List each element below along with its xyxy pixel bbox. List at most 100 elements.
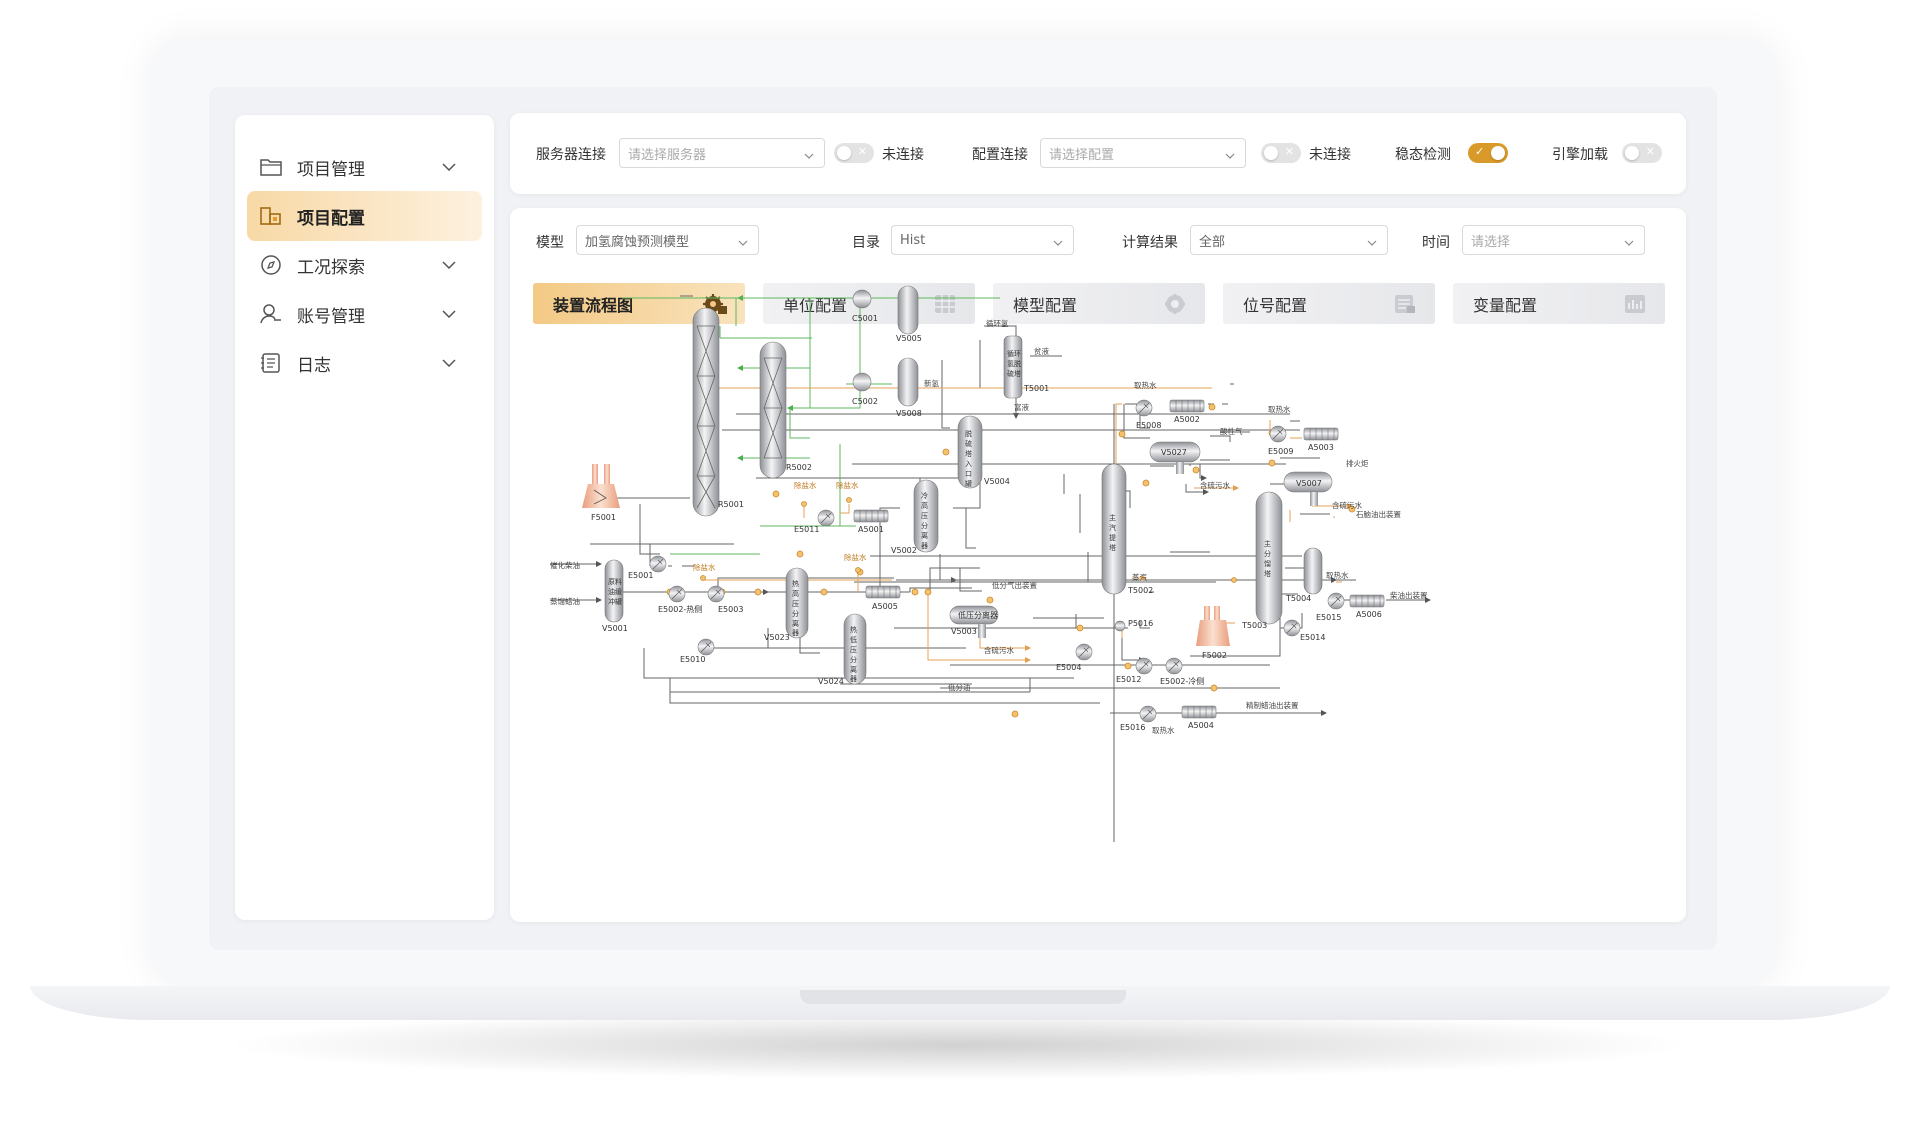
config-label: 配置连接	[972, 147, 1028, 163]
close-icon: ✕	[857, 145, 867, 158]
svg-text:取热水: 取热水	[1326, 570, 1349, 580]
compressor-C5002: C5002	[852, 372, 878, 406]
svg-text:硫: 硫	[965, 439, 972, 448]
svg-text:低分气出装置: 低分气出装置	[992, 580, 1037, 590]
svg-text:高: 高	[792, 589, 799, 598]
sidebar-item-label: 工况探索	[297, 257, 365, 278]
svg-text:V5005: V5005	[896, 334, 922, 343]
chevron-down-icon	[442, 261, 462, 269]
svg-text:贫液: 贫液	[1034, 346, 1050, 356]
svg-text:E5014: E5014	[1300, 633, 1325, 642]
svg-text:压: 压	[921, 512, 928, 520]
svg-text:T5004: T5004	[1285, 594, 1311, 603]
chevron-down-icon	[442, 310, 462, 318]
svg-text:原料: 原料	[608, 577, 622, 586]
svg-text:催化柴油: 催化柴油	[550, 560, 580, 570]
svg-text:E5002-热侧: E5002-热侧	[658, 604, 702, 614]
close-icon: ✕	[1645, 145, 1655, 158]
config-select[interactable]: 请选择配置	[1040, 138, 1246, 168]
svg-text:A5001: A5001	[858, 525, 884, 534]
svg-text:石脑油出装置: 石脑油出装置	[1356, 509, 1401, 519]
vessel-V5005: V5005	[896, 285, 922, 343]
svg-text:压: 压	[792, 600, 799, 608]
server-toggle[interactable]: ✕	[834, 143, 874, 163]
svg-text:A5002: A5002	[1174, 415, 1200, 424]
svg-text:E5015: E5015	[1316, 613, 1341, 622]
sidebar-item-label: 项目管理	[297, 159, 365, 180]
steady-toggle[interactable]: ✓	[1468, 143, 1508, 163]
svg-text:E5010: E5010	[680, 655, 705, 664]
svg-text:取热水: 取热水	[1134, 380, 1157, 390]
log-icon	[259, 351, 283, 375]
sidebar-item-log[interactable]: 日志	[247, 338, 482, 388]
svg-text:低: 低	[850, 635, 857, 644]
sidebar-item-project-config[interactable]: 项目配置	[247, 191, 482, 241]
compressor-C5001: C5001	[852, 289, 878, 323]
svg-text:A5005: A5005	[872, 602, 898, 611]
svg-text:除盐水: 除盐水	[693, 562, 716, 572]
sidebar-item-account-management[interactable]: 账号管理	[247, 289, 482, 339]
cooler-A5004	[1181, 705, 1217, 719]
svg-text:P5016: P5016	[1128, 619, 1153, 628]
svg-text:氢脱: 氢脱	[1007, 359, 1021, 368]
svg-text:高: 高	[921, 501, 928, 510]
reactor-R5001: R5001	[692, 307, 744, 517]
connection-bar: 服务器连接 请选择服务器 ✕ 未连接 配置连接 请选择配置 ✕ 未连接 稳态检测…	[510, 113, 1686, 194]
svg-text:除盐水: 除盐水	[844, 552, 867, 562]
svg-text:分: 分	[1264, 549, 1271, 558]
server-select[interactable]: 请选择服务器	[619, 138, 825, 168]
svg-text:热: 热	[792, 579, 799, 588]
config-toggle[interactable]: ✕	[1261, 143, 1301, 163]
config-icon	[259, 204, 283, 228]
svg-text:低压分离器: 低压分离器	[958, 610, 998, 620]
svg-text:V5023: V5023	[764, 633, 790, 642]
cooler-A5003	[1303, 427, 1339, 441]
sidebar-item-label: 账号管理	[297, 306, 365, 327]
svg-text:V5007: V5007	[1296, 479, 1322, 488]
svg-text:E5004: E5004	[1056, 663, 1081, 672]
server-select-placeholder: 请选择服务器	[628, 147, 707, 163]
svg-text:硫塔: 硫塔	[1007, 369, 1021, 378]
svg-text:排火炬: 排火炬	[1346, 458, 1369, 468]
svg-text:主: 主	[1264, 539, 1271, 548]
close-icon: ✕	[1284, 145, 1294, 158]
svg-text:V5002: V5002	[891, 546, 917, 555]
toggle-knob	[1264, 146, 1278, 160]
svg-text:汽: 汽	[1109, 523, 1116, 532]
svg-text:塔: 塔	[965, 449, 972, 458]
svg-text:A5006: A5006	[1356, 610, 1382, 619]
svg-text:循环氢: 循环氢	[986, 318, 1009, 328]
svg-text:F5001: F5001	[591, 513, 616, 522]
furnace-F5001: F5001	[582, 464, 620, 522]
svg-text:V5001: V5001	[602, 624, 628, 633]
svg-text:分: 分	[921, 521, 928, 530]
cooler-A5005	[865, 585, 901, 599]
process-flow-diagram: R5001 R5002 F5001 原料 油缓 冲罐 V5001 热 高 压 分…	[550, 285, 1431, 842]
engine-label: 引擎加载	[1552, 147, 1608, 163]
svg-text:A5003: A5003	[1308, 443, 1334, 452]
svg-text:C5002: C5002	[852, 397, 878, 406]
vessel-V5024: 热 低 压 分 离 器 V5024	[818, 613, 867, 686]
steady-label: 稳态检测	[1395, 147, 1451, 163]
svg-text:E5012: E5012	[1116, 675, 1141, 684]
cooler-A5001	[853, 509, 889, 523]
svg-text:E5002-冷侧: E5002-冷侧	[1160, 676, 1204, 686]
svg-text:器: 器	[921, 542, 928, 550]
vessel-V5002: 冷 高 压 分 离 器 V5002	[891, 479, 939, 555]
svg-text:器: 器	[792, 629, 799, 637]
label-R5001: R5001	[718, 500, 744, 509]
svg-text:含硫污水: 含硫污水	[1332, 500, 1362, 510]
device-shadow	[220, 1010, 1700, 1080]
sidebar-item-project-management[interactable]: 项目管理	[247, 142, 482, 192]
pump-P5016: P5016	[1114, 619, 1153, 632]
svg-text:V5004: V5004	[984, 477, 1010, 486]
engine-toggle[interactable]: ✕	[1622, 143, 1662, 163]
sidebar-item-condition-explore[interactable]: 工况探索	[247, 240, 482, 290]
vessel-V5007: V5007	[1283, 471, 1333, 506]
svg-text:E5008: E5008	[1136, 421, 1161, 430]
chevron-down-icon	[442, 359, 462, 367]
toggle-knob	[1491, 146, 1505, 160]
chevron-down-icon	[804, 148, 814, 163]
svg-text:塔: 塔	[1264, 569, 1271, 578]
svg-text:蒸馏蜡油: 蒸馏蜡油	[550, 596, 580, 606]
